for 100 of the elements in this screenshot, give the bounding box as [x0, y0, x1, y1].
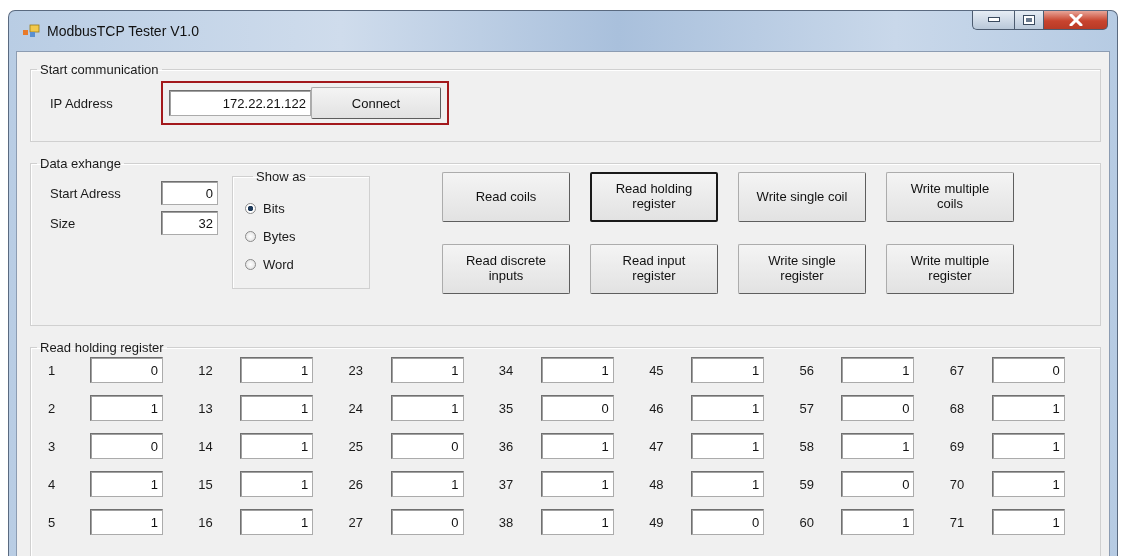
register-number: 45 [649, 362, 665, 378]
register-number: 58 [799, 438, 815, 454]
register-number: 15 [198, 476, 214, 492]
group-title: Read holding register [39, 340, 165, 355]
minimize-icon [987, 17, 1000, 23]
register-number: 69 [949, 438, 966, 454]
register-number: 27 [348, 514, 365, 530]
register-number: 14 [198, 438, 214, 454]
register-number: 37 [498, 476, 515, 492]
register-value-field[interactable]: 1 [841, 509, 915, 535]
action-button[interactable]: Read discrete inputs [442, 244, 570, 294]
ip-address-label: IP Address [50, 95, 114, 111]
register-value-field[interactable]: 1 [540, 433, 614, 459]
register-value-field[interactable]: 0 [841, 395, 915, 421]
register-value-field[interactable]: 1 [540, 471, 614, 497]
register-number: 70 [949, 476, 966, 492]
minimize-button[interactable] [972, 11, 1014, 30]
radio-button[interactable] [245, 202, 256, 214]
action-button[interactable]: Write single register [738, 244, 866, 294]
register-value-field[interactable]: 1 [90, 509, 163, 535]
register-number: 34 [498, 362, 515, 378]
register-value-field[interactable]: 1 [540, 357, 614, 383]
group-title: Start communication [39, 62, 160, 77]
register-value-field[interactable]: 1 [90, 471, 163, 497]
register-number: 25 [348, 438, 365, 454]
register-number: 57 [799, 400, 815, 416]
register-value-field[interactable]: 1 [90, 395, 163, 421]
app-icon [23, 24, 41, 38]
register-value-field[interactable]: 1 [240, 471, 314, 497]
register-number: 67 [949, 362, 966, 378]
register-number: 4 [48, 476, 57, 492]
register-value-field[interactable]: 0 [540, 395, 614, 421]
register-value-field[interactable]: 1 [691, 395, 765, 421]
radio-option[interactable]: Bits [245, 194, 369, 222]
register-value-field[interactable]: 0 [390, 433, 464, 459]
register-value-field[interactable]: 0 [90, 433, 163, 459]
register-value-field[interactable]: 1 [240, 357, 314, 383]
radio-option[interactable]: Word [245, 250, 369, 278]
register-number: 36 [498, 438, 515, 454]
register-number: 26 [348, 476, 365, 492]
register-number: 3 [48, 438, 57, 454]
register-number: 16 [198, 514, 214, 530]
register-value-field[interactable]: 1 [390, 395, 464, 421]
register-number: 12 [198, 362, 214, 378]
maximize-button[interactable] [1014, 11, 1044, 30]
action-button[interactable]: Write multiple register [886, 244, 1014, 294]
register-number: 24 [348, 400, 365, 416]
group-title: Data exhange [39, 156, 122, 171]
register-value-field[interactable]: 1 [991, 509, 1065, 535]
register-number: 60 [799, 514, 815, 530]
register-value-field[interactable]: 0 [991, 357, 1065, 383]
register-value-field[interactable]: 0 [390, 509, 464, 535]
register-number: 47 [649, 438, 665, 454]
register-value-field[interactable]: 1 [540, 509, 614, 535]
radio-option[interactable]: Bytes [245, 222, 369, 250]
register-number: 35 [498, 400, 515, 416]
register-value-field[interactable]: 1 [691, 471, 765, 497]
action-button[interactable]: Write single coil [738, 172, 866, 222]
register-number: 48 [649, 476, 665, 492]
register-number: 13 [198, 400, 214, 416]
number-field[interactable]: 32 [161, 211, 218, 235]
register-number: 46 [649, 400, 665, 416]
number-field[interactable]: 0 [161, 181, 218, 205]
register-value-field[interactable]: 1 [841, 357, 915, 383]
action-button[interactable]: Read coils [442, 172, 570, 222]
field-label: Size [50, 215, 77, 231]
window-title: ModbusTCP Tester V1.0 [47, 23, 199, 39]
register-value-field[interactable]: 1 [991, 471, 1065, 497]
ip-address-field[interactable]: 172.22.21.122 [169, 90, 311, 116]
close-icon [1068, 14, 1083, 26]
action-button[interactable]: Read holding register [590, 172, 718, 222]
register-value-field[interactable]: 1 [390, 471, 464, 497]
group-title: Show as [255, 169, 307, 184]
field-label: Start Adress [50, 185, 122, 201]
register-value-field[interactable]: 0 [691, 509, 765, 535]
register-number: 49 [649, 514, 665, 530]
maximize-icon [1023, 15, 1035, 25]
register-value-field[interactable]: 1 [691, 357, 765, 383]
register-value-field[interactable]: 1 [240, 395, 314, 421]
action-button[interactable]: Read input register [590, 244, 718, 294]
action-button[interactable]: Write multiple coils [886, 172, 1014, 222]
register-number: 68 [949, 400, 966, 416]
radio-button[interactable] [245, 258, 256, 270]
close-button[interactable] [1044, 11, 1108, 30]
register-value-field[interactable]: 1 [240, 433, 314, 459]
register-value-field[interactable]: 1 [240, 509, 314, 535]
register-number: 5 [48, 514, 57, 530]
register-value-field[interactable]: 1 [390, 357, 464, 383]
register-value-field[interactable]: 1 [991, 395, 1065, 421]
register-number: 56 [799, 362, 815, 378]
register-number: 1 [48, 362, 57, 378]
register-number: 59 [799, 476, 815, 492]
register-value-field[interactable]: 0 [90, 357, 163, 383]
radio-button[interactable] [245, 230, 256, 242]
register-value-field[interactable]: 1 [841, 433, 915, 459]
register-number: 23 [348, 362, 365, 378]
register-value-field[interactable]: 1 [691, 433, 765, 459]
register-value-field[interactable]: 0 [841, 471, 915, 497]
register-value-field[interactable]: 1 [991, 433, 1065, 459]
connect-button[interactable]: Connect [311, 87, 441, 119]
